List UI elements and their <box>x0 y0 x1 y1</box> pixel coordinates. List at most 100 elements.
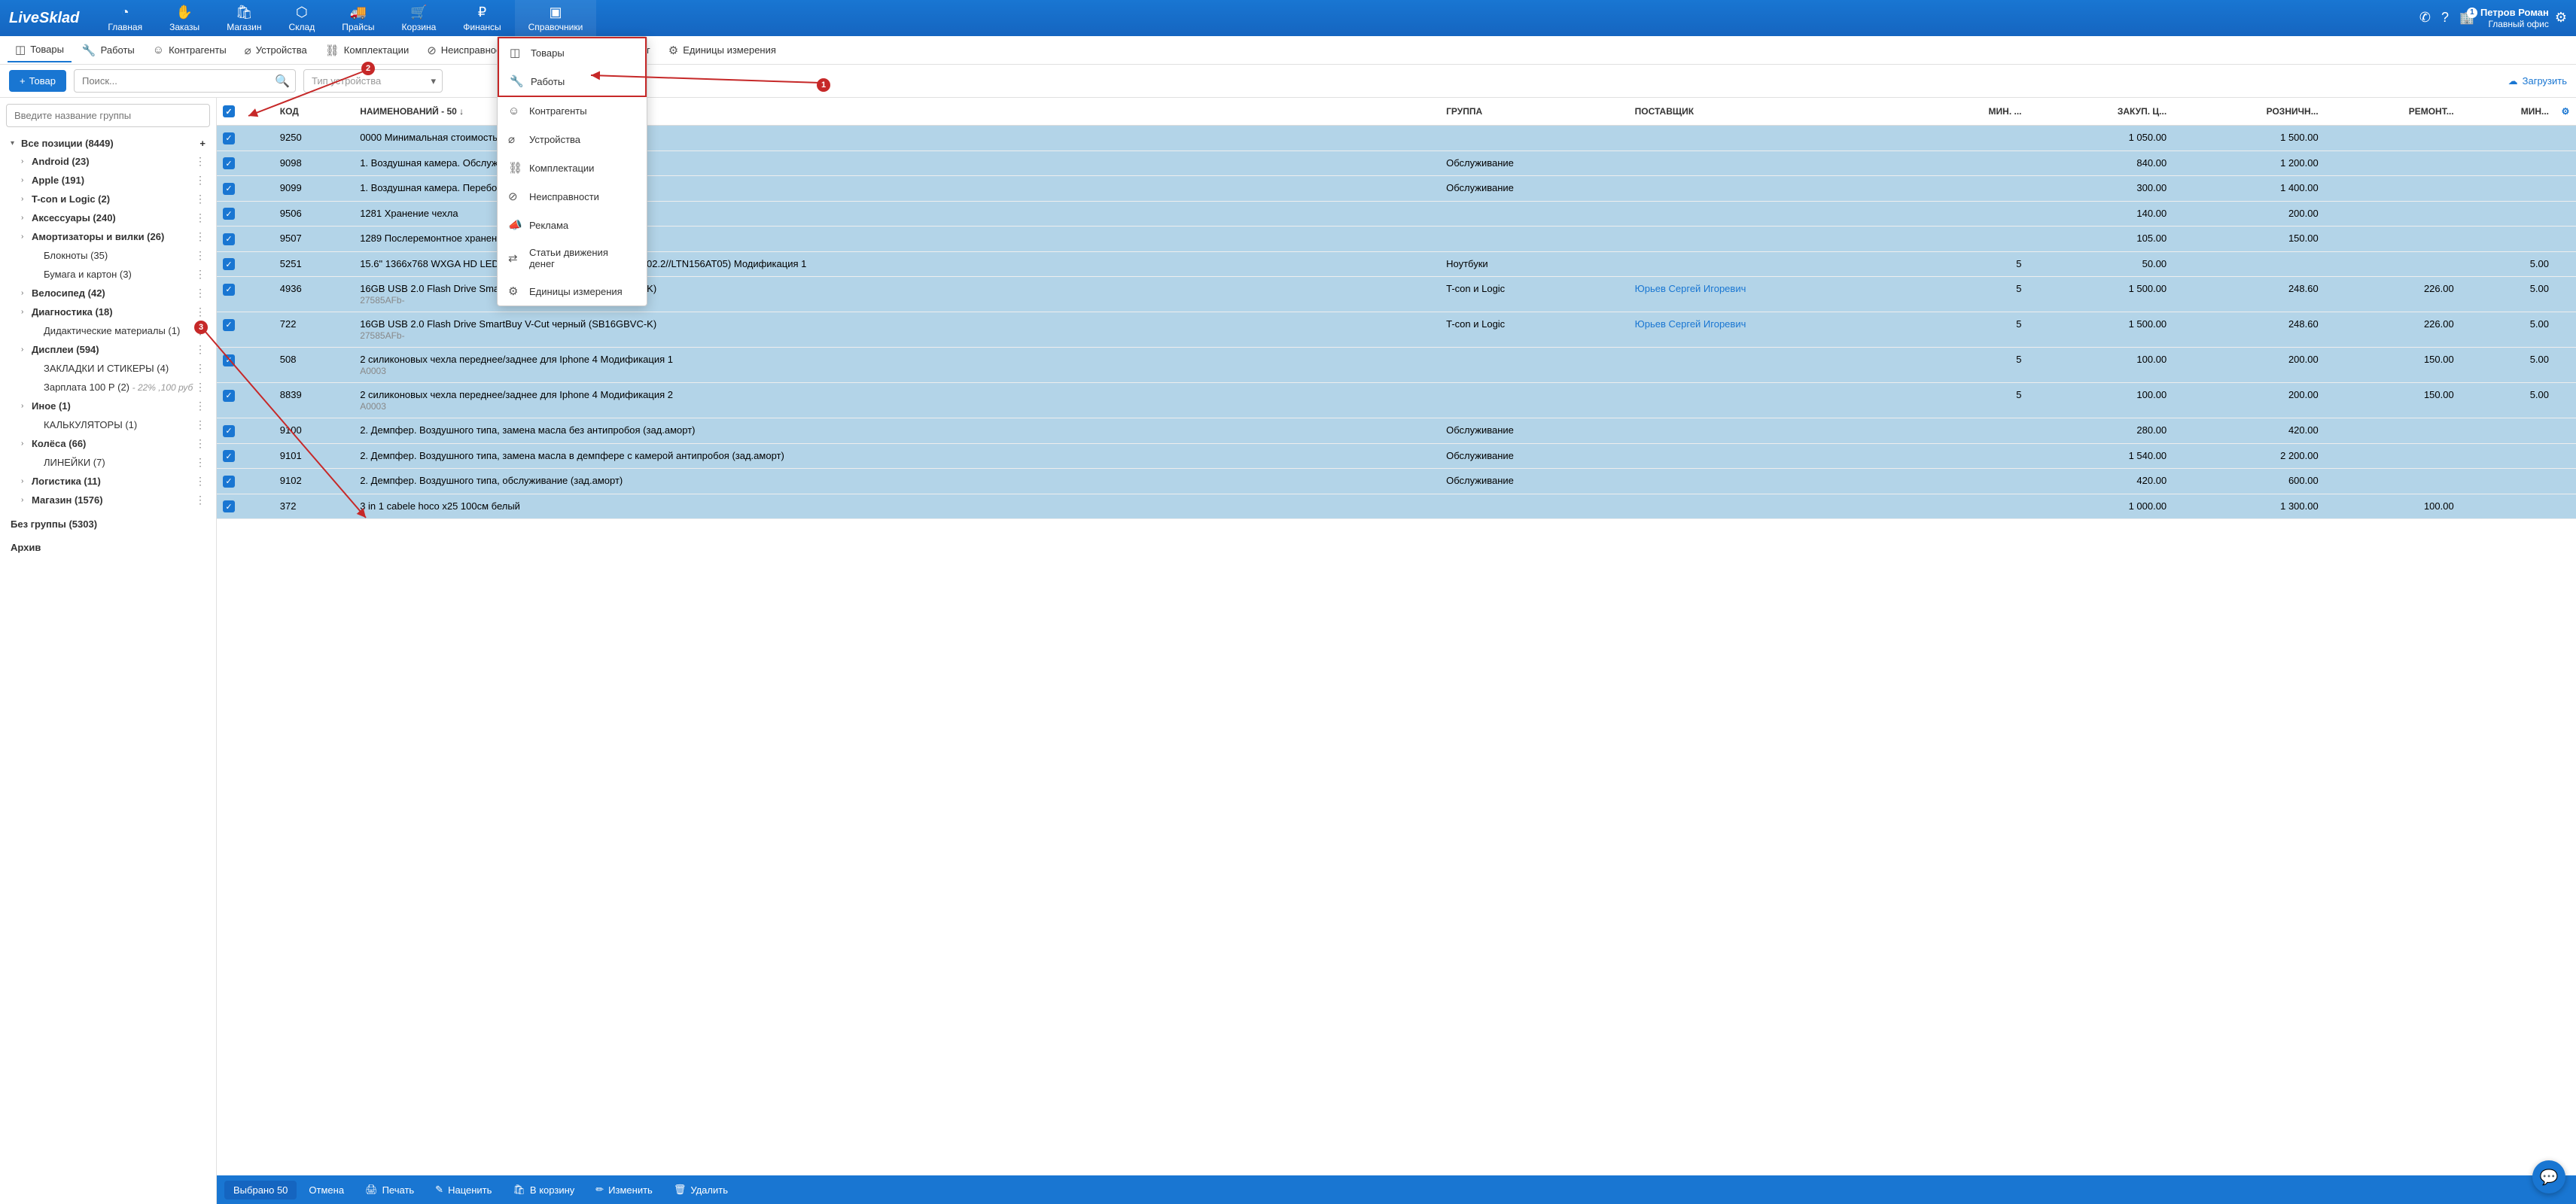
markup-button[interactable]: ✎Наценить <box>426 1180 501 1199</box>
tree-item[interactable]: ›Логистика (11)⋮ <box>6 472 210 491</box>
row-checkbox[interactable]: ✓ <box>223 183 235 195</box>
col-header[interactable]: РОЗНИЧН... <box>2173 98 2325 126</box>
add-group-icon[interactable]: + <box>199 138 206 149</box>
row-checkbox[interactable]: ✓ <box>223 354 235 366</box>
more-icon[interactable]: ⋮ <box>195 193 206 205</box>
tree-item[interactable]: ›Колёса (66)⋮ <box>6 434 210 453</box>
row-checkbox[interactable]: ✓ <box>223 233 235 245</box>
nav-Корзина[interactable]: 🛒Корзина <box>388 0 450 36</box>
to-cart-button[interactable]: 🛍В корзину <box>504 1180 583 1199</box>
tree-no-group[interactable]: Без группы (5303) <box>6 515 210 533</box>
tree-item[interactable]: ›Android (23)⋮ <box>6 152 210 171</box>
group-name-input[interactable] <box>6 104 210 127</box>
dropdown-item-Реклама[interactable]: 📣Реклама <box>498 211 647 239</box>
row-checkbox[interactable]: ✓ <box>223 476 235 488</box>
nav-Справочники[interactable]: ▣Справочники <box>515 0 597 36</box>
cancel-button[interactable]: Отмена <box>300 1181 353 1199</box>
phone-icon[interactable]: ✆ <box>2419 10 2431 26</box>
more-icon[interactable]: ⋮ <box>195 475 206 488</box>
row-checkbox[interactable]: ✓ <box>223 500 235 512</box>
more-icon[interactable]: ⋮ <box>195 400 206 412</box>
row-checkbox[interactable]: ✓ <box>223 258 235 270</box>
more-icon[interactable]: ⋮ <box>195 381 206 394</box>
search-icon[interactable]: 🔍 <box>275 74 290 89</box>
more-icon[interactable]: ⋮ <box>195 362 206 375</box>
more-icon[interactable]: ⋮ <box>195 343 206 356</box>
table-row[interactable]: ✓ 508 2 силиконовых чехла переднее/задне… <box>217 348 2576 383</box>
dropdown-item-Неисправности[interactable]: ⊘Неисправности <box>498 182 647 211</box>
tree-item[interactable]: Блокноты (35)⋮ <box>6 246 210 265</box>
tab-Работы[interactable]: 🔧Работы <box>75 39 142 62</box>
tree-item[interactable]: Дидактические материалы (1)⋮ <box>6 321 210 340</box>
select-all-checkbox[interactable]: ✓ <box>223 105 235 117</box>
col-header[interactable]: МИН. ... <box>1920 98 2027 126</box>
tab-Контрагенты[interactable]: ☺Контрагенты <box>145 39 234 61</box>
row-checkbox[interactable]: ✓ <box>223 157 235 169</box>
tree-item[interactable]: ЛИНЕЙКИ (7)⋮ <box>6 453 210 472</box>
more-icon[interactable]: ⋮ <box>195 494 206 506</box>
tree-item[interactable]: ›T-con и Logic (2)⋮ <box>6 190 210 208</box>
dropdown-item-Статьи движения денег[interactable]: ⇄Статьи движения денег <box>498 239 647 277</box>
row-checkbox[interactable]: ✓ <box>223 208 235 220</box>
help-icon[interactable]: ? <box>2441 10 2449 26</box>
print-button[interactable]: 🖨Печать <box>356 1180 423 1199</box>
upload-button[interactable]: ☁ Загрузить <box>2508 75 2567 87</box>
tree-item[interactable]: ›Дисплеи (594)⋮ <box>6 340 210 359</box>
tree-item[interactable]: ›Амортизаторы и вилки (26)⋮ <box>6 227 210 246</box>
edit-button[interactable]: ✏Изменить <box>586 1180 662 1199</box>
dropdown-item-Товары[interactable]: ◫Товары <box>499 38 645 67</box>
tree-item[interactable]: ›Диагностика (18)⋮ <box>6 303 210 321</box>
gear-icon[interactable]: ⚙ <box>2555 10 2567 26</box>
tab-Устройства[interactable]: ⌀Устройства <box>237 39 315 62</box>
col-header[interactable]: ЗАКУП. Ц... <box>2028 98 2173 126</box>
tree-item[interactable]: ›Велосипед (42)⋮ <box>6 284 210 303</box>
dropdown-item-Комплектации[interactable]: ⛓Комплектации <box>498 154 647 182</box>
more-icon[interactable]: ⋮ <box>195 230 206 243</box>
tree-archive[interactable]: Архив <box>6 539 210 556</box>
dropdown-item-Контрагенты[interactable]: ☺Контрагенты <box>498 97 647 125</box>
more-icon[interactable]: ⋮ <box>195 174 206 187</box>
user-block[interactable]: 🏢1 Петров Роман Главный офис ⚙ <box>2459 7 2567 29</box>
table-row[interactable]: ✓ 9102 2. Демпфер. Воздушного типа, обсл… <box>217 469 2576 494</box>
col-header[interactable]: КОД <box>274 98 354 126</box>
nav-Заказы[interactable]: ✋Заказы <box>156 0 213 36</box>
tab-Комплектации[interactable]: ⛓Комплектации <box>318 39 416 62</box>
more-icon[interactable]: ⋮ <box>195 249 206 262</box>
more-icon[interactable]: ⋮ <box>195 418 206 431</box>
more-icon[interactable]: ⋮ <box>195 287 206 299</box>
col-header[interactable]: ✓ <box>217 98 274 126</box>
chat-fab[interactable]: 💬 <box>2532 1160 2565 1193</box>
row-checkbox[interactable]: ✓ <box>223 450 235 462</box>
nav-Прайсы[interactable]: 🚚Прайсы <box>328 0 388 36</box>
tree-item[interactable]: ›Магазин (1576)⋮ <box>6 491 210 509</box>
row-checkbox[interactable]: ✓ <box>223 319 235 331</box>
more-icon[interactable]: ⋮ <box>195 324 206 337</box>
col-header[interactable]: МИН... <box>2460 98 2555 126</box>
more-icon[interactable]: ⋮ <box>195 211 206 224</box>
tree-item[interactable]: ЗАКЛАДКИ И СТИКЕРЫ (4)⋮ <box>6 359 210 378</box>
dropdown-item-Работы[interactable]: 🔧Работы <box>499 67 645 96</box>
nav-Склад[interactable]: ⬡Склад <box>275 0 328 36</box>
more-icon[interactable]: ⋮ <box>195 155 206 168</box>
row-checkbox[interactable]: ✓ <box>223 284 235 296</box>
delete-button[interactable]: 🗑Удалить <box>665 1180 737 1199</box>
row-checkbox[interactable]: ✓ <box>223 390 235 402</box>
table-row[interactable]: ✓ 722 16GB USB 2.0 Flash Drive SmartBuy … <box>217 312 2576 348</box>
tab-Единицы измерения[interactable]: ⚙Единицы измерения <box>661 39 784 62</box>
nav-Финансы[interactable]: ₽Финансы <box>449 0 514 36</box>
add-product-button[interactable]: + Товар <box>9 70 66 92</box>
search-input[interactable] <box>74 69 296 93</box>
more-icon[interactable]: ⋮ <box>195 306 206 318</box>
col-header[interactable]: ПОСТАВЩИК <box>1629 98 1921 126</box>
dropdown-item-Устройства[interactable]: ⌀Устройства <box>498 125 647 154</box>
tab-Товары[interactable]: ◫Товары <box>8 38 72 62</box>
device-type-select[interactable]: Тип устройства <box>303 69 443 93</box>
row-checkbox[interactable]: ✓ <box>223 425 235 437</box>
more-icon[interactable]: ⋮ <box>195 456 206 469</box>
tree-root[interactable]: ▾ Все позиции (8449) + <box>6 135 210 152</box>
tree-item[interactable]: ›Аксессуары (240)⋮ <box>6 208 210 227</box>
nav-Главная[interactable]: ◔Главная <box>94 0 156 36</box>
table-row[interactable]: ✓ 9101 2. Демпфер. Воздушного типа, заме… <box>217 443 2576 469</box>
table-row[interactable]: ✓ 372 3 in 1 cabele hoco x25 100см белый… <box>217 494 2576 519</box>
col-header[interactable]: РЕМОНТ... <box>2325 98 2460 126</box>
